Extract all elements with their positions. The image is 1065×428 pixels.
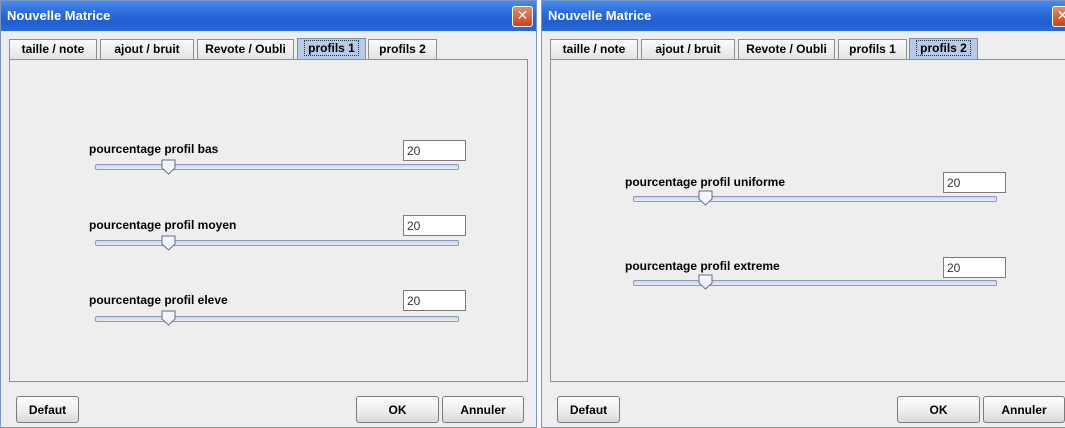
close-button[interactable]: ✕ <box>1052 6 1065 27</box>
profil-bas-slider-track[interactable] <box>95 164 459 170</box>
profil-bas-input[interactable] <box>403 140 466 161</box>
title-bar[interactable]: Nouvelle Matrice ✕ <box>542 1 1065 31</box>
tab-ajout-bruit[interactable]: ajout / bruit <box>641 39 735 59</box>
tab-revote-oubli[interactable]: Revote / Oubli <box>197 39 294 59</box>
tab-bar: taille / note ajout / bruit Revote / Oub… <box>9 38 536 59</box>
default-button[interactable]: Defaut <box>16 396 79 423</box>
tab-profils-2[interactable]: profils 2 <box>368 39 437 59</box>
tab-revote-oubli[interactable]: Revote / Oubli <box>738 39 835 59</box>
slider-label-profil-moyen: pourcentage profil moyen <box>89 218 237 232</box>
profil-extreme-input[interactable] <box>943 257 1006 278</box>
ok-button[interactable]: OK <box>897 396 980 423</box>
profil-extreme-slider-track[interactable] <box>633 280 997 286</box>
default-button[interactable]: Defaut <box>557 396 620 423</box>
profil-eleve-input[interactable] <box>403 290 466 311</box>
profil-uniforme-input[interactable] <box>943 172 1006 193</box>
window-title: Nouvelle Matrice <box>7 8 111 23</box>
close-icon: ✕ <box>1057 8 1065 24</box>
tab-profils-2[interactable]: profils 2 <box>909 38 978 59</box>
tab-bar: taille / note ajout / bruit Revote / Oub… <box>550 38 1065 59</box>
slider-label-profil-extreme: pourcentage profil extreme <box>625 259 780 273</box>
close-button[interactable]: ✕ <box>512 6 533 27</box>
profil-moyen-slider-track[interactable] <box>95 240 459 246</box>
title-bar[interactable]: Nouvelle Matrice ✕ <box>1 1 536 31</box>
tab-profils-1[interactable]: profils 1 <box>297 38 366 59</box>
profil-uniforme-slider-track[interactable] <box>633 196 997 202</box>
profil-moyen-input[interactable] <box>403 215 466 236</box>
cancel-button[interactable]: Annuler <box>442 396 524 423</box>
tab-taille-note[interactable]: taille / note <box>9 39 97 59</box>
tab-content-panel: pourcentage profil bas pourcentage profi… <box>9 59 528 382</box>
profil-moyen-slider-thumb[interactable] <box>161 235 176 251</box>
slider-label-profil-eleve: pourcentage profil eleve <box>89 293 228 307</box>
profil-eleve-slider-track[interactable] <box>95 316 459 322</box>
profil-eleve-slider-thumb[interactable] <box>161 310 176 326</box>
window-title: Nouvelle Matrice <box>548 8 652 23</box>
cancel-button[interactable]: Annuler <box>983 396 1065 423</box>
ok-button[interactable]: OK <box>356 396 439 423</box>
slider-label-profil-uniforme: pourcentage profil uniforme <box>625 175 786 189</box>
dialog-window-profils-1: Nouvelle Matrice ✕ taille / note ajout /… <box>0 0 537 428</box>
dialog-window-profils-2: Nouvelle Matrice ✕ taille / note ajout /… <box>541 0 1065 428</box>
tab-content-panel: pourcentage profil uniforme pourcentage … <box>550 59 1065 382</box>
tab-taille-note[interactable]: taille / note <box>550 39 638 59</box>
tab-profils-1[interactable]: profils 1 <box>838 39 907 59</box>
profil-uniforme-slider-thumb[interactable] <box>698 190 713 206</box>
slider-label-profil-bas: pourcentage profil bas <box>89 142 219 156</box>
profil-bas-slider-thumb[interactable] <box>161 159 176 175</box>
tab-ajout-bruit[interactable]: ajout / bruit <box>100 39 194 59</box>
close-icon: ✕ <box>516 8 529 24</box>
profil-extreme-slider-thumb[interactable] <box>698 274 713 290</box>
